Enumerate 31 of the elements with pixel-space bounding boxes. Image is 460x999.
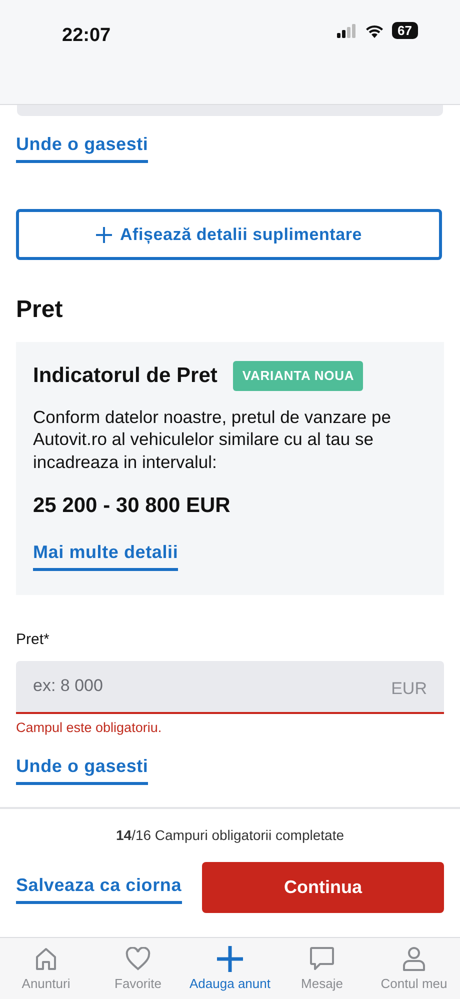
currency-text: EUR (391, 678, 427, 700)
plus-icon (217, 946, 243, 972)
time-text: 22:07 (62, 24, 111, 48)
home-icon (35, 947, 57, 971)
card-title: Indicatorul de Pret (33, 363, 218, 389)
help-link[interactable]: Unde o gasesti (16, 753, 148, 785)
plus-icon (96, 226, 112, 242)
details-button[interactable]: Afișează detalii suplimentare (16, 209, 442, 260)
section-title: Pret (16, 295, 64, 325)
price-range: 25 200 - 30 800 EUR (33, 492, 232, 519)
battery-indicator: 67 (392, 22, 418, 39)
heart-icon (125, 947, 151, 971)
new-tag: VARIANTA NOUA (233, 361, 364, 390)
tab[interactable]: Mesaje (276, 938, 368, 994)
tab[interactable]: Adauga anunt (184, 938, 276, 994)
chat-icon (309, 946, 335, 972)
input-field[interactable] (17, 105, 443, 116)
error-message: Campul este obligatoriu. (16, 718, 163, 737)
help-link[interactable]: Unde o gasesti (16, 131, 148, 163)
card-description: Conform datelor noastre, pretul de vanzare pe Autovit.ro al vehiculelor similare cu al tau se incadreaza in intervalul: (33, 406, 392, 474)
tab[interactable]: Favorite (92, 938, 184, 994)
field-label: Pret* (16, 630, 50, 650)
tab[interactable]: Contul meu (368, 938, 460, 994)
progress-text: 14/16 Campuri obligatorii completate (114, 826, 346, 845)
details-link[interactable]: Mai multe detalii (33, 539, 178, 572)
signal-icon (336, 24, 357, 38)
continue-button[interactable]: Continua (202, 862, 444, 913)
wifi-icon (364, 24, 384, 38)
tab[interactable]: Anunturi (0, 938, 92, 994)
person-icon (402, 946, 426, 972)
save-draft-link[interactable]: Salveaza ca ciorna (16, 872, 182, 904)
